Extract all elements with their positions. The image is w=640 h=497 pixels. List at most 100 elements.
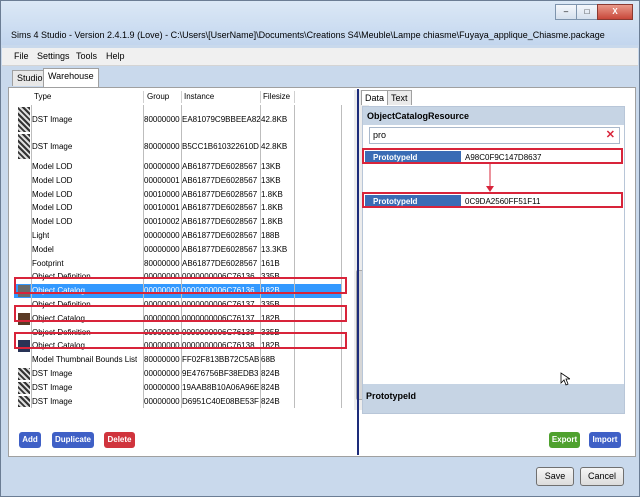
- cell-group: 00010002: [144, 217, 180, 227]
- grid-line: [341, 105, 342, 409]
- cell-instance: AB61877DE6028567: [182, 189, 258, 199]
- cell-filesize: 824B: [261, 369, 280, 378]
- save-button[interactable]: Save: [536, 467, 574, 486]
- cell-instance: B5CC1B610322610D: [182, 142, 259, 151]
- cell-group: 80000000: [144, 115, 180, 124]
- column-divider: [294, 91, 295, 103]
- cell-group: 00000000: [144, 382, 180, 392]
- cell-type: Model LOD: [32, 189, 73, 199]
- cell-type: Model LOD: [32, 175, 73, 185]
- cell-instance: FF02F813BB72C5AB: [182, 355, 260, 365]
- column-header-group[interactable]: Group: [147, 90, 169, 104]
- column-divider: [143, 91, 144, 103]
- table-row[interactable]: DST Image 00000000 19AAB8B10A06A96E 824B: [14, 381, 341, 395]
- cell-group: 00000000: [144, 244, 180, 254]
- cell-type: Model LOD: [32, 203, 73, 213]
- delete-button[interactable]: Delete: [104, 432, 135, 448]
- cell-type: DST Image: [32, 142, 73, 151]
- grid-line: [260, 105, 261, 409]
- cell-filesize: 13KB: [261, 175, 281, 185]
- dst-image-thumbnail: [18, 368, 30, 380]
- cell-instance: 9E476756BF38EDB3: [182, 369, 259, 378]
- table-row[interactable]: DST Image 00000000 9E476756BF38EDB3 824B: [14, 367, 341, 381]
- cell-instance: D6951C40E08BE53F: [182, 396, 259, 406]
- window-title: Sims 4 Studio - Version 2.4.1.9 (Love) -…: [11, 30, 605, 40]
- cell-instance: 19AAB8B10A06A96E: [182, 382, 260, 392]
- cell-group: 00000000: [144, 396, 180, 406]
- dst-image-thumbnail: [18, 395, 30, 408]
- title-bar: Sims 4 Studio - Version 2.4.1.9 (Love) -…: [1, 1, 639, 45]
- catalog-row-highlight: [14, 277, 347, 294]
- table-row[interactable]: Model LOD 00000001 AB61877DE6028567 13KB: [14, 174, 341, 188]
- table-row[interactable]: Model LOD 00010002 AB61877DE6028567 1.8KB: [14, 215, 341, 229]
- cell-filesize: 824B: [261, 396, 280, 406]
- property-highlight: [362, 148, 623, 164]
- table-row[interactable]: Light 00000000 AB61877DE6028567 188B: [14, 229, 341, 243]
- main-window: Sims 4 Studio - Version 2.4.1.9 (Love) -…: [0, 0, 640, 497]
- menu-bar: File Settings Tools Help: [2, 48, 638, 66]
- clear-search-icon[interactable]: ✕: [606, 128, 615, 143]
- tab-warehouse[interactable]: Warehouse: [43, 68, 99, 87]
- menu-tools[interactable]: Tools: [76, 51, 97, 61]
- cell-group: 00010000: [144, 189, 180, 199]
- dst-image-thumbnail: [18, 381, 30, 394]
- cell-group: 00010001: [144, 203, 180, 213]
- cell-type: Model Thumbnail Bounds List: [32, 355, 138, 365]
- cell-filesize: 1.8KB: [261, 217, 283, 227]
- property-highlight: [362, 192, 623, 208]
- grid-line: [294, 105, 295, 409]
- column-divider: [260, 91, 261, 103]
- cell-instance: AB61877DE6028567: [182, 175, 258, 185]
- menu-file[interactable]: File: [14, 51, 29, 61]
- menu-help[interactable]: Help: [106, 51, 125, 61]
- catalog-row-highlight: [14, 305, 347, 322]
- cell-filesize: 188B: [261, 231, 280, 240]
- dst-image-thumbnail: [18, 134, 30, 159]
- cell-type: DST Image: [32, 396, 73, 406]
- export-button[interactable]: Export: [549, 432, 580, 448]
- cell-filesize: 161B: [261, 258, 280, 268]
- cell-instance: EA81079C9BBEEA82: [182, 115, 261, 124]
- table-row[interactable]: Model LOD 00010001 AB61877DE6028567 1.8KB: [14, 201, 341, 215]
- grid-line: [181, 105, 182, 409]
- tab-text[interactable]: Text: [387, 90, 412, 105]
- column-header-type[interactable]: Type: [34, 90, 51, 104]
- tab-data[interactable]: Data: [361, 90, 389, 105]
- add-button[interactable]: Add: [19, 432, 41, 448]
- import-button[interactable]: Import: [589, 432, 621, 448]
- table-row[interactable]: Model Thumbnail Bounds List 80000000 FF02F…: [14, 353, 341, 367]
- splitter[interactable]: [357, 89, 359, 455]
- cell-group: 00000000: [144, 162, 180, 171]
- grid-line: [31, 105, 32, 409]
- cell-type: Model: [32, 244, 54, 254]
- cell-type: Footprint: [32, 258, 64, 268]
- table-row[interactable]: Footprint 80000000 AB61877DE6028567 161B: [14, 257, 341, 271]
- cell-filesize: 1.8KB: [261, 189, 283, 199]
- cell-filesize: 68B: [261, 355, 276, 365]
- resource-grid[interactable]: Type Group Instance Filesize DST Image 80…: [14, 90, 369, 410]
- maximize-button[interactable]: □: [576, 4, 598, 20]
- cell-group: 80000000: [144, 355, 180, 365]
- minimize-button[interactable]: –: [555, 4, 577, 20]
- main-tabs: Studio Warehouse: [2, 67, 638, 87]
- table-row[interactable]: Model LOD 00010000 AB61877DE6028567 1.8KB: [14, 188, 341, 202]
- cell-group: 80000000: [144, 142, 180, 151]
- table-row[interactable]: DST Image 80000000 B5CC1B610322610D 42.8KB: [14, 133, 341, 160]
- cell-group: 00000000: [144, 369, 180, 378]
- table-row[interactable]: DST Image 80000000 EA81079C9BBEEA82 42.8KB: [14, 106, 341, 133]
- cell-instance: AB61877DE6028567: [182, 244, 258, 254]
- duplicate-button[interactable]: Duplicate: [52, 432, 94, 448]
- table-row[interactable]: DST Image 00000000 D6951C40E08BE53F 824B: [14, 395, 341, 409]
- column-header-filesize[interactable]: Filesize: [263, 90, 290, 104]
- cell-filesize: 824B: [261, 382, 280, 392]
- table-row[interactable]: Model 00000000 AB61877DE6028567 13.3KB: [14, 243, 341, 257]
- cell-type: DST Image: [32, 369, 73, 378]
- property-search-input[interactable]: pro ✕: [369, 127, 620, 144]
- table-row[interactable]: Model LOD 00000000 AB61877DE6028567 13KB: [14, 160, 341, 174]
- close-window-button[interactable]: X: [597, 4, 633, 20]
- column-divider: [181, 91, 182, 103]
- column-header-instance[interactable]: Instance: [184, 90, 214, 104]
- cell-filesize: 1.8KB: [261, 203, 283, 213]
- menu-settings[interactable]: Settings: [37, 51, 70, 61]
- cancel-button[interactable]: Cancel: [580, 467, 624, 486]
